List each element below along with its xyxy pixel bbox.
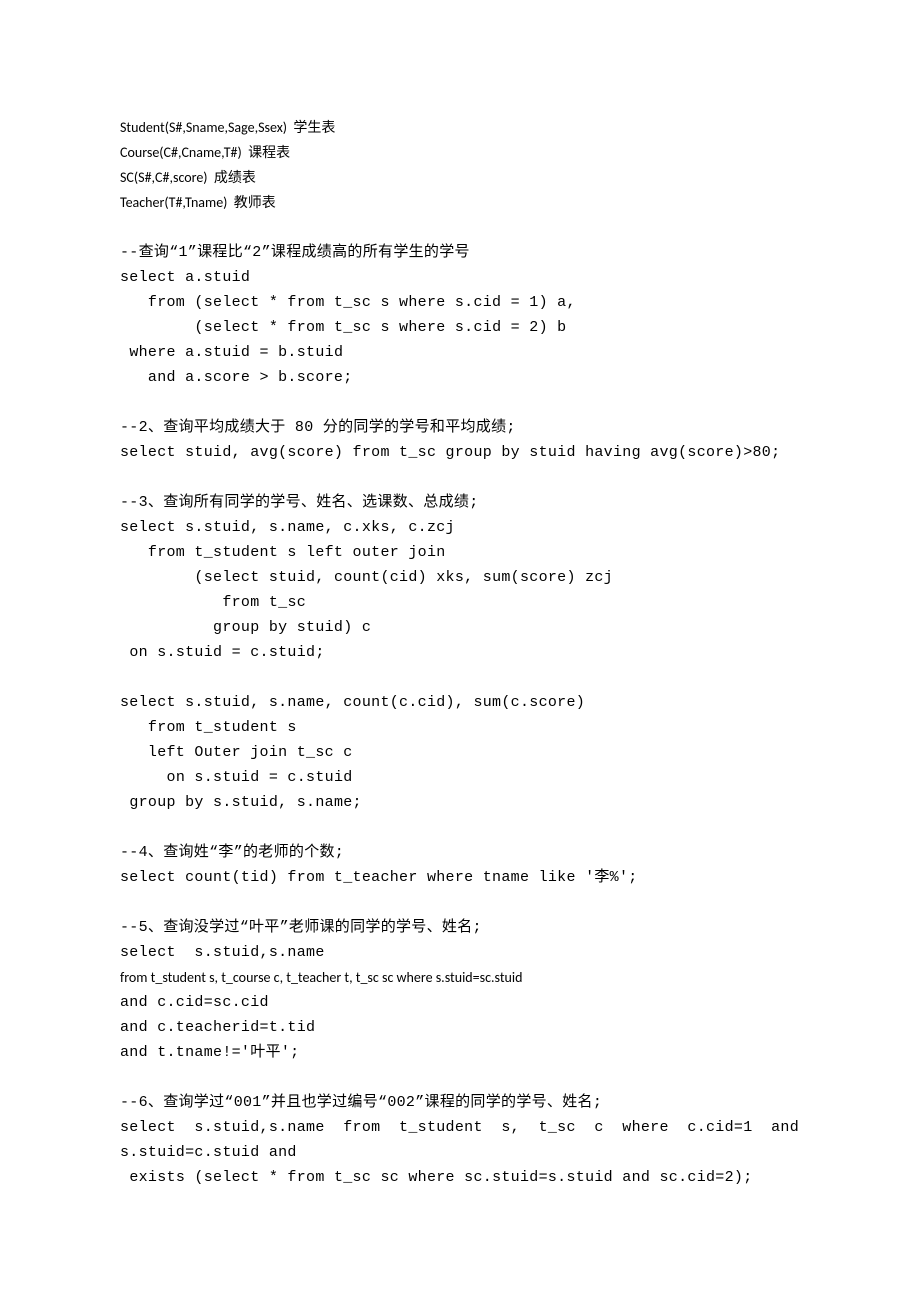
code-line: select a.stuid bbox=[120, 265, 800, 290]
code-line: group by s.stuid, s.name; bbox=[120, 790, 800, 815]
code-line: Course(C#,Cname,T#) 课程表 bbox=[120, 140, 800, 165]
document-page: Student(S#,Sname,Sage,Ssex) 学生表Course(C#… bbox=[0, 0, 920, 1310]
blank-line bbox=[120, 815, 800, 840]
code-line: and c.cid=sc.cid bbox=[120, 990, 800, 1015]
code-line: --3、查询所有同学的学号、姓名、选课数、总成绩; bbox=[120, 490, 800, 515]
code-line: group by stuid) c bbox=[120, 615, 800, 640]
code-line: SC(S#,C#,score) 成绩表 bbox=[120, 165, 800, 190]
code-line: select stuid, avg(score) from t_sc group… bbox=[120, 440, 800, 465]
code-line: and t.tname!='叶平'; bbox=[120, 1040, 800, 1065]
content-container: Student(S#,Sname,Sage,Ssex) 学生表Course(C#… bbox=[120, 115, 800, 1190]
code-line: from t_student s left outer join bbox=[120, 540, 800, 565]
code-line: --4、查询姓“李”的老师的个数; bbox=[120, 840, 800, 865]
code-line: from (select * from t_sc s where s.cid =… bbox=[120, 290, 800, 315]
blank-line bbox=[120, 390, 800, 415]
code-line: left Outer join t_sc c bbox=[120, 740, 800, 765]
code-line: (select stuid, count(cid) xks, sum(score… bbox=[120, 565, 800, 590]
blank-line bbox=[120, 1065, 800, 1090]
code-line: select s.stuid, s.name, count(c.cid), su… bbox=[120, 690, 800, 715]
code-line: where a.stuid = b.stuid bbox=[120, 340, 800, 365]
code-line: select s.stuid, s.name, c.xks, c.zcj bbox=[120, 515, 800, 540]
code-line: Student(S#,Sname,Sage,Ssex) 学生表 bbox=[120, 115, 800, 140]
code-line: on s.stuid = c.stuid bbox=[120, 765, 800, 790]
code-line: from t_student s, t_course c, t_teacher … bbox=[120, 965, 800, 990]
code-line: --查询“1”课程比“2”课程成绩高的所有学生的学号 bbox=[120, 240, 800, 265]
code-line: from t_student s bbox=[120, 715, 800, 740]
code-line: select count(tid) from t_teacher where t… bbox=[120, 865, 800, 890]
code-line: --6、查询学过“001”并且也学过编号“002”课程的同学的学号、姓名; bbox=[120, 1090, 800, 1115]
code-line: --2、查询平均成绩大于 80 分的同学的学号和平均成绩; bbox=[120, 415, 800, 440]
code-line: Teacher(T#,Tname) 教师表 bbox=[120, 190, 800, 215]
blank-line bbox=[120, 215, 800, 240]
code-line: --5、查询没学过“叶平”老师课的同学的学号、姓名; bbox=[120, 915, 800, 940]
blank-line bbox=[120, 465, 800, 490]
code-line: on s.stuid = c.stuid; bbox=[120, 640, 800, 665]
code-line: select s.stuid,s.name bbox=[120, 940, 800, 965]
blank-line bbox=[120, 665, 800, 690]
code-line: exists (select * from t_sc sc where sc.s… bbox=[120, 1165, 800, 1190]
code-line: and a.score > b.score; bbox=[120, 365, 800, 390]
blank-line bbox=[120, 890, 800, 915]
code-line: from t_sc bbox=[120, 590, 800, 615]
code-line: (select * from t_sc s where s.cid = 2) b bbox=[120, 315, 800, 340]
code-line: select s.stuid,s.name from t_student s, … bbox=[120, 1115, 800, 1165]
code-line: and c.teacherid=t.tid bbox=[120, 1015, 800, 1040]
